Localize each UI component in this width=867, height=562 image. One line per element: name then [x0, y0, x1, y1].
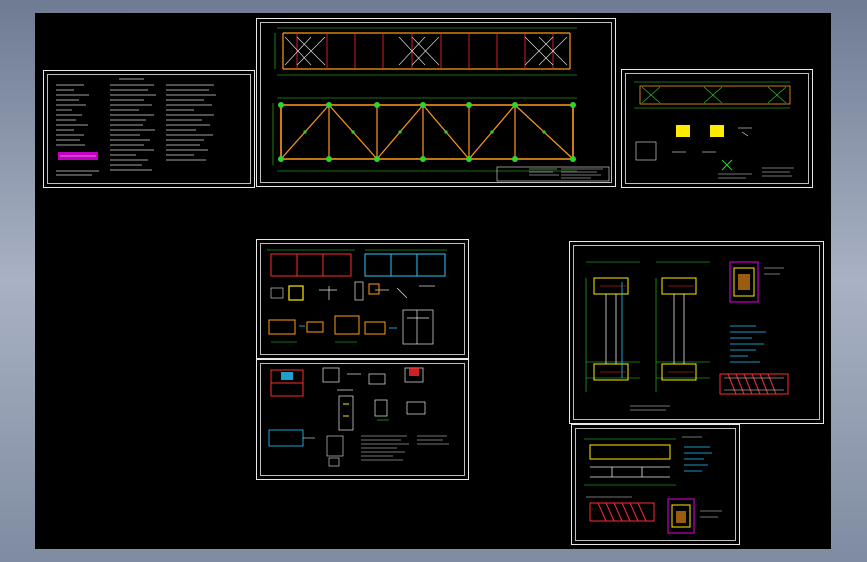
notes-drawing	[56, 78, 216, 176]
sheet-truss-elevation[interactable]	[256, 18, 616, 187]
sheet-general-notes[interactable]	[43, 70, 255, 188]
column-drawing	[585, 261, 789, 411]
sheet-support-details[interactable]	[571, 424, 740, 545]
bracing-drawing	[634, 81, 794, 179]
sheet-bracing-plan[interactable]	[621, 69, 813, 188]
details-a-drawing	[267, 249, 447, 345]
truss-drawing	[272, 27, 610, 182]
sheet-connection-details-b[interactable]	[256, 359, 469, 480]
sheet-column-details[interactable]	[569, 241, 824, 424]
details-b-drawing	[268, 367, 449, 467]
sheet-connection-details-a[interactable]	[256, 239, 469, 359]
drawing-canvas[interactable]	[35, 13, 831, 549]
support-drawing	[584, 436, 722, 534]
